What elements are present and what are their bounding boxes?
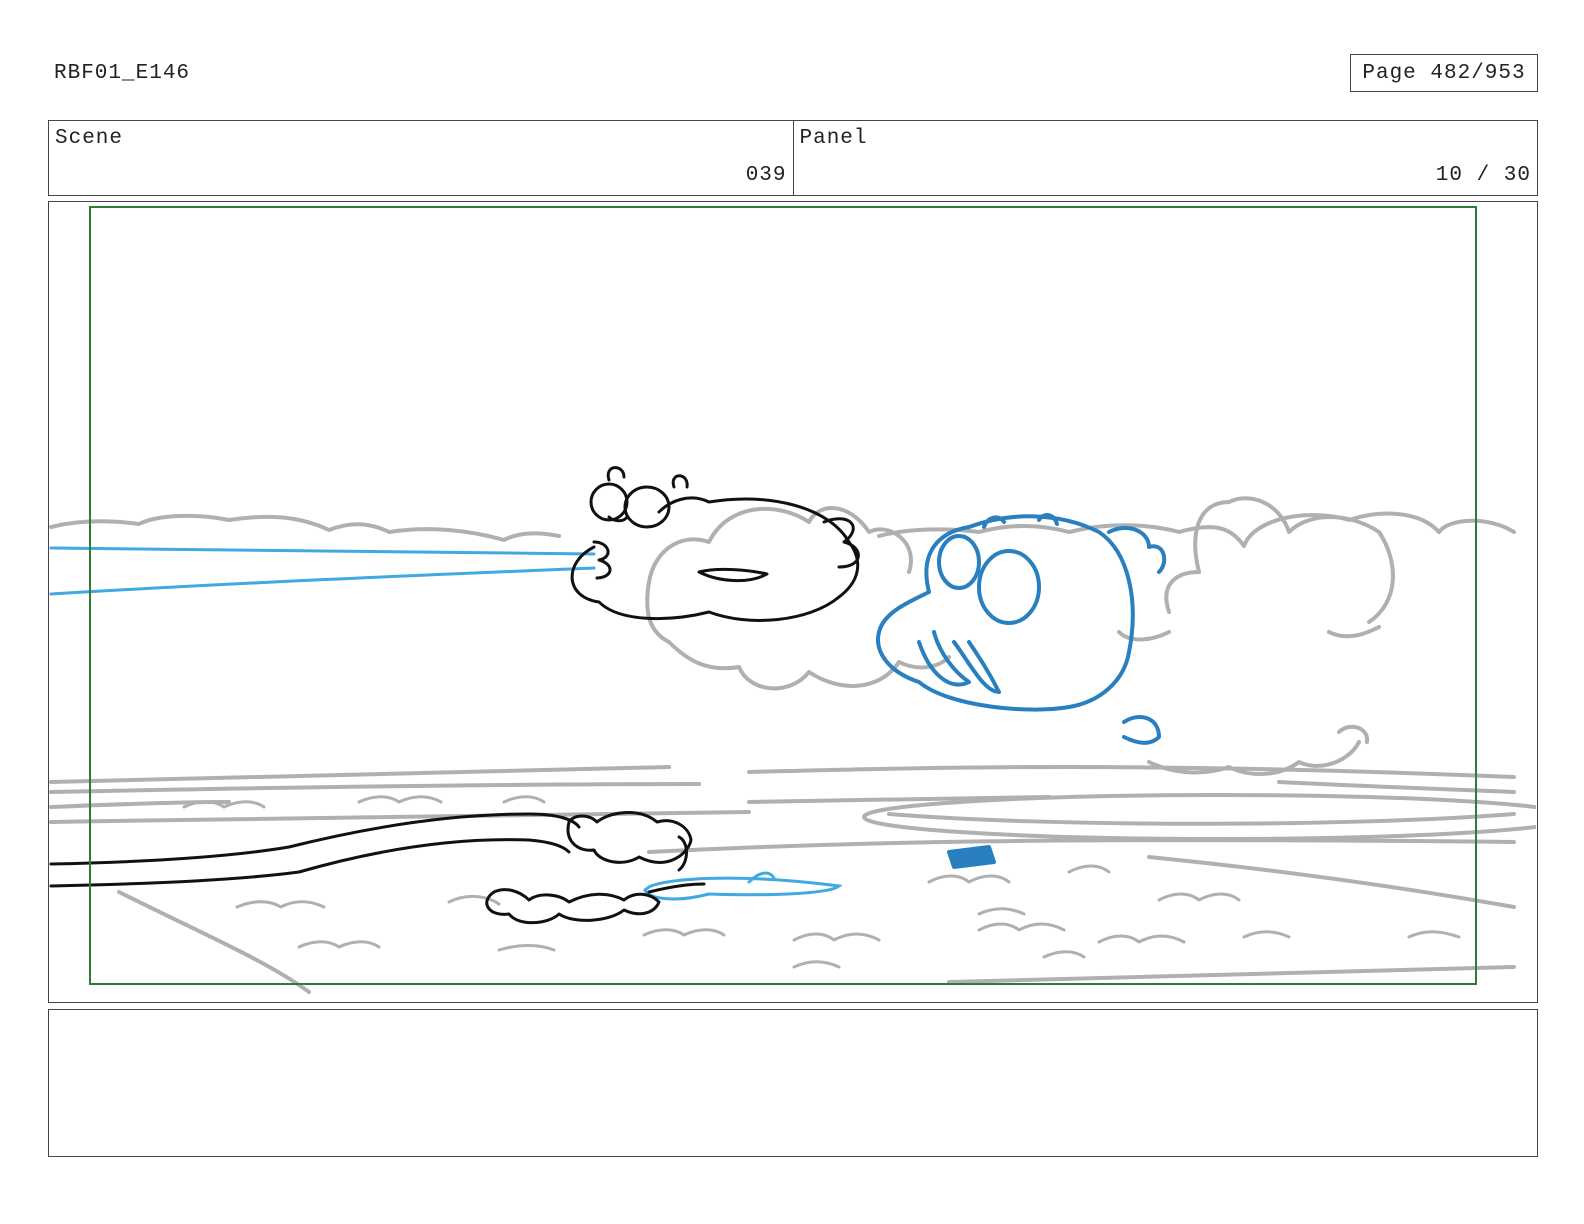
storyboard-panel — [48, 201, 1538, 1003]
scene-number: 039 — [745, 164, 787, 187]
water-beam-bottom — [49, 566, 596, 596]
blue-character-mouth — [917, 630, 1001, 694]
page-number: Page 482/953 — [1350, 54, 1538, 92]
blue-character — [876, 513, 1167, 869]
fish-fin — [697, 567, 769, 583]
blue-character-body — [876, 514, 1135, 712]
horizon-cloud-line — [49, 511, 1516, 548]
fish-character — [570, 466, 860, 622]
panel-cell: Panel 10 / 30 — [792, 121, 1538, 195]
blue-character-eye-right — [977, 549, 1041, 625]
big-cloud — [645, 496, 1395, 776]
hose-nozzle — [566, 811, 693, 864]
water-beams — [49, 546, 843, 901]
storyboard-drawing — [49, 206, 1536, 994]
fish-tail — [822, 517, 860, 569]
document-id: RBF01_E146 — [54, 62, 191, 85]
scene-cell: Scene 039 — [49, 121, 793, 195]
safe-frame — [89, 206, 1477, 985]
fish-eye-left — [589, 482, 629, 522]
panel-number: 10 / 30 — [1435, 164, 1531, 187]
splash-puffs — [485, 888, 661, 925]
scene-label: Scene — [55, 127, 124, 150]
fish-ears — [606, 466, 689, 489]
panel-label: Panel — [799, 127, 868, 150]
fish-mouth — [592, 540, 612, 580]
blue-character-brush — [947, 845, 996, 869]
background-sketch — [49, 496, 1536, 994]
panel-notes[interactable] — [48, 1009, 1538, 1157]
pool-inner — [887, 812, 1516, 826]
blue-character-eye-left — [937, 534, 981, 590]
water-beam-top — [49, 546, 596, 556]
scene-panel-info: Scene 039 Panel 10 / 30 — [48, 120, 1538, 196]
